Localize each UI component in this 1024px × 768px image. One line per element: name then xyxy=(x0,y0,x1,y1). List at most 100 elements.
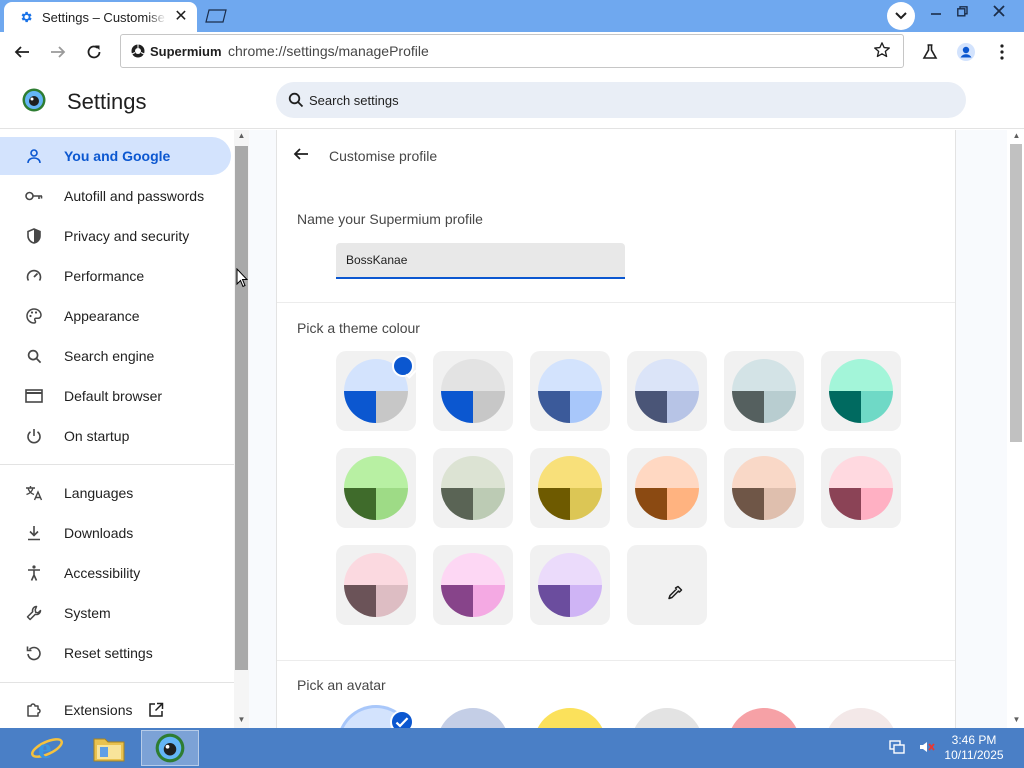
avatar-option[interactable] xyxy=(534,708,606,728)
sidebar-divider xyxy=(0,464,234,465)
minimize-button[interactable] xyxy=(926,0,946,22)
open-in-new-icon xyxy=(148,702,164,718)
sidebar-item-languages[interactable]: Languages xyxy=(0,474,231,512)
sidebar-item-label: Performance xyxy=(64,268,145,284)
labs-button[interactable] xyxy=(916,38,944,66)
search-settings-input[interactable]: Search settings xyxy=(276,82,966,118)
settings-header: Settings Search settings xyxy=(0,72,1024,129)
sidebar-item-label: You and Google xyxy=(64,148,171,164)
profile-name-label: Name your Supermium profile xyxy=(297,211,483,227)
theme-colour-swatch[interactable] xyxy=(433,351,513,431)
avatar-option[interactable] xyxy=(728,708,800,728)
internet-explorer-icon[interactable]: e xyxy=(18,730,76,766)
power-icon xyxy=(24,426,44,446)
sidebar-item-you-and-google[interactable]: You and Google xyxy=(0,137,231,175)
sidebar-item-label: On startup xyxy=(64,428,130,444)
new-tab-button[interactable] xyxy=(205,9,229,23)
theme-colour-swatch[interactable] xyxy=(530,351,610,431)
avatar-option[interactable] xyxy=(437,708,509,728)
site-info-chip[interactable]: Supermium xyxy=(127,40,226,62)
close-window-button[interactable] xyxy=(979,0,1019,22)
theme-colour-swatch[interactable] xyxy=(336,545,416,625)
kebab-menu-icon xyxy=(1000,44,1004,60)
theme-colour-swatch[interactable] xyxy=(627,351,707,431)
theme-colour-swatch[interactable] xyxy=(433,545,513,625)
theme-colour-swatch[interactable] xyxy=(336,351,417,431)
sidebar-item-autofill[interactable]: Autofill and passwords xyxy=(0,177,231,215)
volume-muted-icon[interactable] xyxy=(918,738,936,758)
scroll-up-arrow-icon[interactable]: ▲ xyxy=(234,130,249,142)
scroll-up-arrow-icon[interactable]: ▲ xyxy=(1009,130,1024,142)
theme-colour-swatch[interactable] xyxy=(821,448,901,528)
reset-icon xyxy=(24,643,44,663)
shield-icon xyxy=(24,226,44,246)
translate-icon xyxy=(24,483,44,503)
theme-colour-swatch[interactable] xyxy=(724,351,804,431)
palette-icon xyxy=(24,306,44,326)
supermium-taskbar-icon[interactable] xyxy=(141,730,199,766)
tab-close-icon[interactable]: ✕ xyxy=(173,9,189,25)
sidebar-item-appearance[interactable]: Appearance xyxy=(0,297,231,335)
sidebar-item-extensions[interactable]: Extensions xyxy=(0,691,231,728)
sidebar-item-performance[interactable]: Performance xyxy=(0,257,231,295)
sidebar-item-accessibility[interactable]: Accessibility xyxy=(0,554,231,592)
sidebar-item-downloads[interactable]: Downloads xyxy=(0,514,231,552)
sidebar-item-label: Search engine xyxy=(64,348,155,364)
avatar-label: Pick an avatar xyxy=(297,677,386,693)
sidebar-item-search-engine[interactable]: Search engine xyxy=(0,337,231,375)
avatar-option[interactable] xyxy=(631,708,703,728)
tab-search-button[interactable] xyxy=(887,2,915,30)
tab-settings[interactable]: Settings – Customise profile ✕ xyxy=(4,2,197,32)
url-text: chrome://settings/manageProfile xyxy=(228,43,429,59)
theme-colour-swatch[interactable] xyxy=(530,448,610,528)
profile-button[interactable] xyxy=(952,38,980,66)
speedometer-icon xyxy=(24,266,44,286)
sidebar-item-on-startup[interactable]: On startup xyxy=(0,417,231,455)
theme-colour-swatch[interactable] xyxy=(627,448,707,528)
back-arrow-icon[interactable] xyxy=(293,146,313,166)
custom-colour-button[interactable] xyxy=(627,545,707,625)
scroll-down-arrow-icon[interactable]: ▼ xyxy=(234,714,249,726)
theme-colour-swatch[interactable] xyxy=(433,448,513,528)
theme-colour-swatch[interactable] xyxy=(724,448,804,528)
profile-name-input[interactable] xyxy=(336,243,625,279)
mouse-cursor-icon xyxy=(236,267,249,288)
bookmark-star-icon[interactable] xyxy=(873,41,893,61)
taskbar-clock[interactable]: 3:46 PM 10/11/2025 xyxy=(942,733,1006,763)
address-bar[interactable]: Supermium chrome://settings/manageProfil… xyxy=(120,34,904,68)
reload-button[interactable] xyxy=(80,38,108,66)
sidebar-item-label: Reset settings xyxy=(64,645,153,661)
scrollbar-thumb[interactable] xyxy=(1010,144,1022,442)
reload-icon xyxy=(87,45,101,59)
forward-button[interactable] xyxy=(44,38,72,66)
svg-text:e: e xyxy=(38,732,51,764)
main-content: Customise profile Name your Supermium pr… xyxy=(249,130,1007,728)
network-icon[interactable] xyxy=(888,738,906,758)
gear-icon xyxy=(18,9,34,25)
theme-colour-swatch[interactable] xyxy=(336,448,416,528)
sidebar-scrollbar[interactable]: ▲ ▼ xyxy=(234,130,249,728)
menu-button[interactable] xyxy=(988,38,1016,66)
theme-colour-swatch[interactable] xyxy=(821,351,901,431)
back-button[interactable] xyxy=(8,38,36,66)
sidebar-item-label: System xyxy=(64,605,111,621)
scroll-down-arrow-icon[interactable]: ▼ xyxy=(1009,714,1024,726)
page-scrollbar[interactable]: ▲ ▼ xyxy=(1007,130,1024,728)
sidebar-item-reset-settings[interactable]: Reset settings xyxy=(0,634,231,672)
theme-colour-swatch[interactable] xyxy=(530,545,610,625)
restore-button[interactable] xyxy=(952,0,972,22)
scrollbar-thumb[interactable] xyxy=(235,146,248,670)
section-divider xyxy=(277,302,955,303)
selected-check-icon xyxy=(392,355,417,379)
chevron-down-icon xyxy=(895,12,907,20)
avatar-option[interactable] xyxy=(825,708,897,728)
avatar-option[interactable] xyxy=(340,708,414,728)
file-explorer-icon[interactable] xyxy=(80,730,138,766)
account-icon xyxy=(957,43,975,61)
person-icon xyxy=(24,146,44,166)
sidebar-item-system[interactable]: System xyxy=(0,594,231,632)
sidebar-item-label: Appearance xyxy=(64,308,140,324)
sidebar-item-privacy[interactable]: Privacy and security xyxy=(0,217,231,255)
flask-icon xyxy=(922,44,938,59)
sidebar-item-default-browser[interactable]: Default browser xyxy=(0,377,231,415)
